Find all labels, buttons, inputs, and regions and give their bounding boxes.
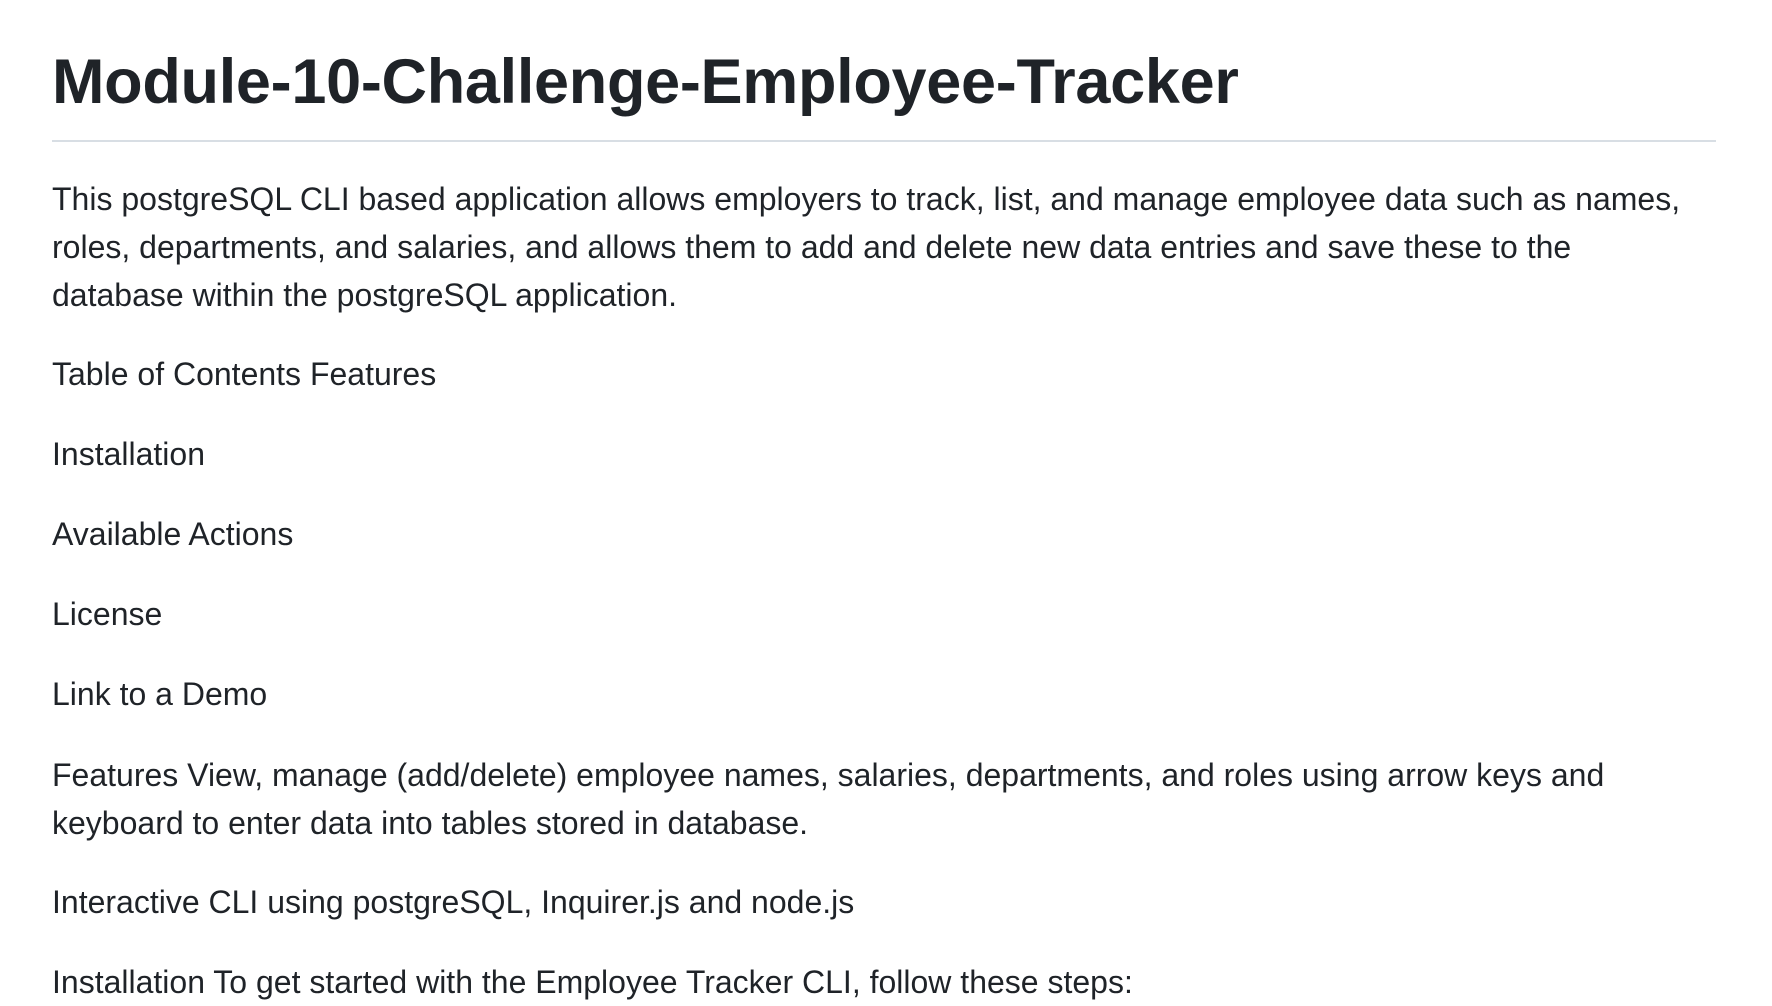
intro-line-3: database within the postgreSQL applicati… — [52, 277, 677, 313]
intro-line-1: This postgreSQL CLI based application al… — [52, 181, 1681, 217]
installation-paragraph: Installation To get started with the Emp… — [52, 964, 1133, 1000]
readme-body: Module-10-Challenge-Employee-Tracker Thi… — [52, 0, 1716, 1000]
toc-heading: Table of Contents Features — [52, 356, 437, 392]
cli-paragraph: Interactive CLI using postgreSQL, Inquir… — [52, 884, 855, 920]
title-divider — [52, 140, 1716, 142]
toc-item-demo-link: Link to a Demo — [52, 676, 268, 712]
page-title: Module-10-Challenge-Employee-Tracker — [52, 47, 1239, 117]
features-line-2: keyboard to enter data into tables store… — [52, 805, 809, 841]
toc-item-available-actions: Available Actions — [52, 516, 294, 552]
features-line-1: Features View, manage (add/delete) emplo… — [52, 757, 1605, 793]
intro-paragraph: This postgreSQL CLI based application al… — [52, 175, 1680, 319]
features-paragraph: Features View, manage (add/delete) emplo… — [52, 751, 1604, 847]
toc-item-installation: Installation — [52, 436, 205, 472]
toc-item-license: License — [52, 596, 163, 632]
intro-line-2: roles, departments, and salaries, and al… — [52, 229, 1572, 265]
